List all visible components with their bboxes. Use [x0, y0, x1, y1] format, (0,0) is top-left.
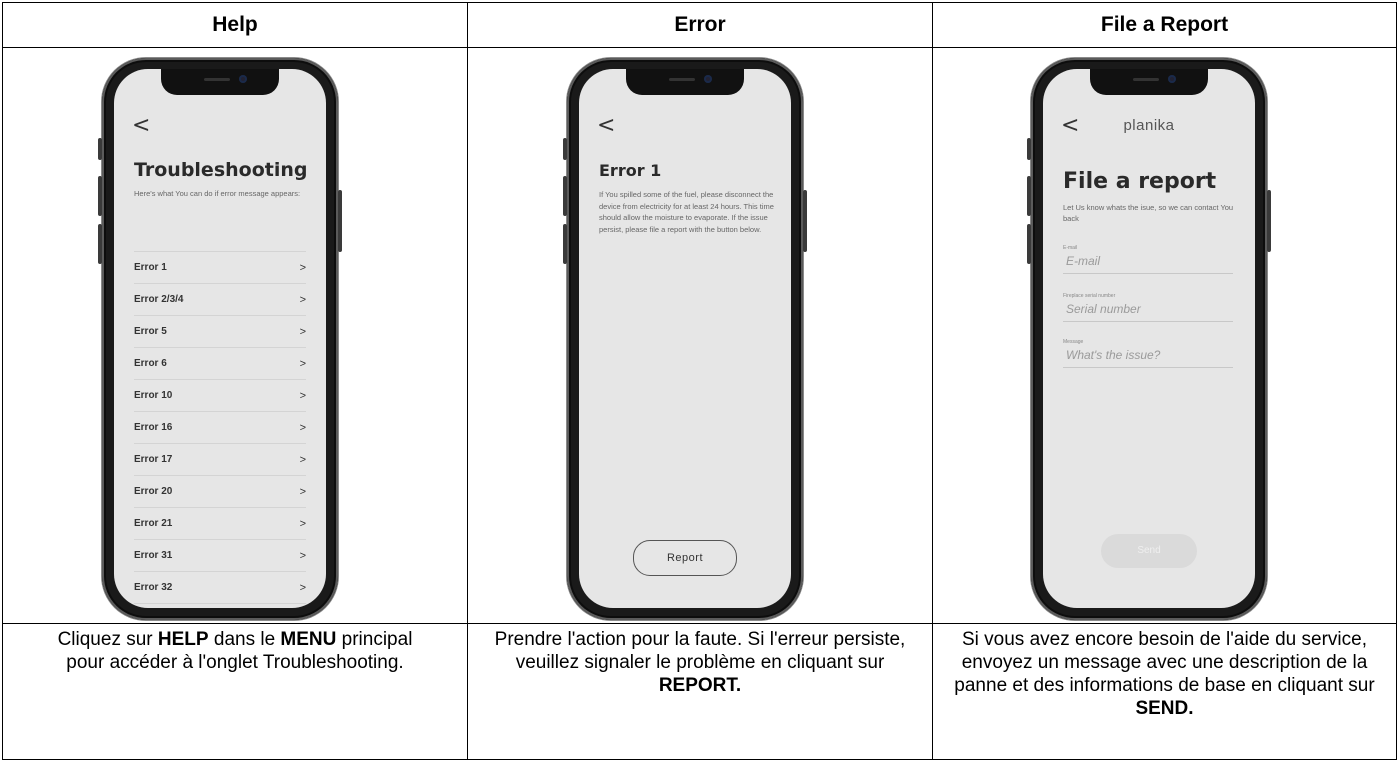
error-list-item-label: Error 10 — [134, 390, 173, 401]
error-list-item-label: Error 2/3/4 — [134, 294, 184, 305]
error-list-item[interactable]: Error 1 > — [134, 251, 306, 283]
error-list: Error 1 > Error 2/3/4 > Error 5 > Error 6 > Erro… — [134, 251, 306, 608]
notch — [161, 69, 279, 95]
chevron-right-icon: > — [299, 325, 306, 338]
email-input[interactable]: E-mail — [1066, 254, 1100, 268]
header-help: Help — [212, 13, 258, 36]
caption-file-report: Si vous avez encore besoin de l'aide du … — [954, 629, 1375, 719]
serial-number-field[interactable]: Fireplace serial number Serial number — [1063, 293, 1233, 322]
error-list-item[interactable]: Error 20 > — [134, 475, 306, 507]
error-screen: < Error 1 If You spilled some of the fue… — [579, 69, 791, 608]
chevron-right-icon: > — [299, 517, 306, 530]
error-list-item[interactable]: Error 5 > — [134, 315, 306, 347]
email-label: E-mail — [1063, 245, 1078, 251]
chevron-left-icon[interactable]: < — [597, 113, 615, 138]
send-button[interactable]: Send — [1101, 534, 1197, 568]
serial-number-input[interactable]: Serial number — [1066, 302, 1141, 316]
chevron-right-icon: > — [299, 293, 306, 306]
caption-error: Prendre l'action pour la faute. Si l'err… — [494, 629, 906, 696]
error-list-item-label: Error 5 — [134, 326, 167, 337]
chevron-right-icon: > — [299, 549, 306, 562]
caption-help: Cliquez sur HELP dans le MENU principal … — [57, 629, 413, 673]
chevron-right-icon: > — [299, 421, 306, 434]
chevron-right-icon: > — [299, 453, 306, 466]
error-list-item-label: Error 21 — [134, 518, 173, 529]
error-list-item[interactable]: Error 10 > — [134, 379, 306, 411]
error-list-item[interactable]: Error 21 > — [134, 507, 306, 539]
error-list-item-label: Error 1 — [134, 262, 167, 273]
message-input[interactable]: What's the issue? — [1066, 348, 1160, 362]
error-list-item-label: Error 6 — [134, 358, 167, 369]
error-list-item-label: Error 17 — [134, 454, 173, 465]
error-list-item-label: Error 32 — [134, 582, 173, 593]
error-list-item[interactable]: Error 17 > — [134, 443, 306, 475]
notch — [626, 69, 744, 95]
report-button[interactable]: Report — [633, 540, 737, 576]
error-list-item-label: Error 16 — [134, 422, 173, 433]
chevron-right-icon: > — [299, 357, 306, 370]
phone-help: < Troubleshooting Here's what You can do… — [98, 58, 342, 620]
report-screen: < planika File a report Let Us know what… — [1043, 69, 1255, 608]
phone-file-report: < planika File a report Let Us know what… — [1027, 58, 1271, 620]
serial-number-label: Fireplace serial number — [1063, 293, 1116, 299]
chevron-left-icon[interactable]: < — [132, 113, 150, 138]
chevron-right-icon: > — [299, 581, 306, 594]
header-file-report: File a Report — [1100, 13, 1229, 36]
error-list-item-label: Error 20 — [134, 486, 173, 497]
error-list-item[interactable]: Error 31 > — [134, 539, 306, 571]
error-list-item[interactable]: Error 2/3/4 > — [134, 283, 306, 315]
error-list-item[interactable]: Error 41> — [134, 603, 306, 608]
error-list-item[interactable]: Error 16 > — [134, 411, 306, 443]
caption-divider — [3, 623, 1396, 624]
email-field[interactable]: E-mail E-mail — [1063, 245, 1233, 274]
error-list-item[interactable]: Error 32 > — [134, 571, 306, 603]
report-subtitle: Let Us know whats the isue, so we can co… — [1063, 203, 1234, 223]
chevron-right-icon: > — [299, 389, 306, 402]
error-list-item-label: Error 31 — [134, 550, 173, 561]
help-screen: < Troubleshooting Here's what You can do… — [114, 69, 326, 608]
error-list-item[interactable]: Error 6 > — [134, 347, 306, 379]
chevron-right-icon: > — [299, 261, 306, 274]
header-divider — [3, 47, 1396, 48]
notch — [1090, 69, 1208, 95]
instruction-table: Help Error File a Report < Troubleshooti… — [2, 2, 1397, 760]
header-error: Error — [674, 13, 726, 36]
error-title: Error 1 — [599, 161, 662, 180]
troubleshooting-subtitle: Here's what You can do if error message … — [134, 189, 301, 198]
phone-error: < Error 1 If You spilled some of the fue… — [563, 58, 807, 620]
troubleshooting-title: Troubleshooting — [134, 159, 308, 181]
report-title: File a report — [1063, 169, 1217, 194]
chevron-right-icon: > — [299, 485, 306, 498]
brand-logo: planika — [1123, 117, 1175, 134]
message-label: Message — [1063, 339, 1084, 345]
message-field[interactable]: Message What's the issue? — [1063, 339, 1233, 368]
error-body: If You spilled some of the fuel, please … — [599, 190, 774, 234]
